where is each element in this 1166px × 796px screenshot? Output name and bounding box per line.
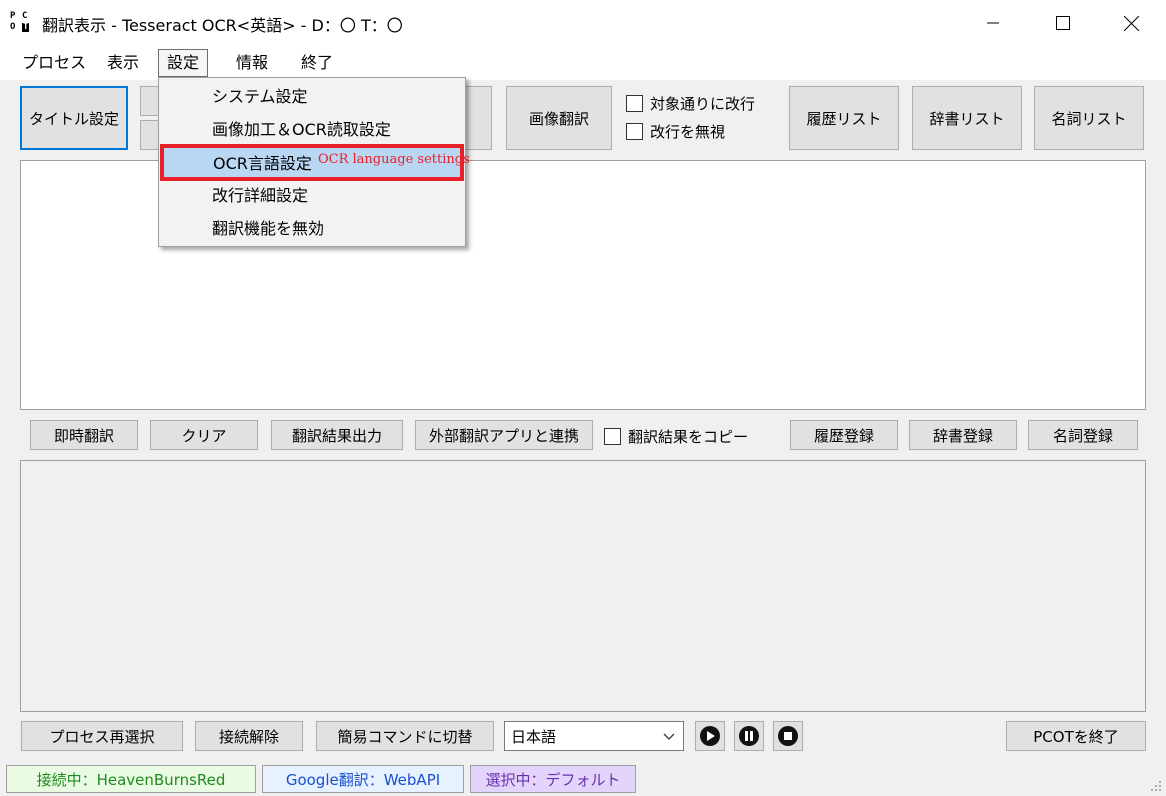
- noun-list-button[interactable]: 名詞リスト: [1034, 86, 1144, 150]
- minimize-button[interactable]: [958, 0, 1028, 46]
- checkbox-box[interactable]: [626, 123, 643, 140]
- quit-pcot-button[interactable]: PCOTを終了: [1006, 721, 1146, 751]
- line-break-label: 対象通りに改行: [650, 95, 756, 113]
- clear-button[interactable]: クリア: [150, 420, 258, 450]
- menu-item-image-ocr-settings[interactable]: 画像加工＆OCR読取設定: [160, 114, 464, 145]
- maximize-button[interactable]: [1028, 0, 1098, 46]
- menu-item-system-settings[interactable]: システム設定: [160, 81, 464, 112]
- title-bar: P C O T 翻訳表示 - Tesseract OCR<英語> - D：〇 T…: [0, 0, 1166, 46]
- checkbox-box[interactable]: [626, 95, 643, 112]
- selection-status: 選択中：デフォルト: [470, 765, 636, 793]
- pause-button[interactable]: [734, 721, 764, 751]
- close-icon: [1123, 15, 1139, 31]
- simple-command-button[interactable]: 簡易コマンドに切替: [316, 721, 494, 751]
- copy-result-label: 翻訳結果をコピー: [628, 428, 749, 446]
- dict-list-button[interactable]: 辞書リスト: [912, 86, 1022, 150]
- image-translate-button[interactable]: 画像翻訳: [506, 86, 612, 150]
- menu-item-line-break-settings[interactable]: 改行詳細設定: [160, 180, 464, 211]
- pause-icon: [739, 726, 759, 746]
- minimize-icon: [987, 22, 999, 24]
- connection-status: 接続中：HeavenBurnsRed: [6, 765, 256, 793]
- chevron-down-icon: [663, 733, 675, 740]
- translator-status: Google翻訳：WebAPI: [262, 765, 464, 793]
- translation-text-area[interactable]: [20, 460, 1146, 712]
- history-list-button[interactable]: 履歴リスト: [789, 86, 899, 150]
- ignore-break-checkbox[interactable]: 改行を無視: [626, 121, 725, 142]
- title-settings-button[interactable]: タイトル設定: [20, 86, 128, 150]
- menu-settings[interactable]: 設定: [158, 49, 209, 77]
- menu-bar: プロセス 表示 設定 情報 終了: [0, 46, 1166, 80]
- play-icon: [700, 726, 720, 746]
- resize-grip-icon[interactable]: [1150, 780, 1162, 792]
- menu-view[interactable]: 表示: [99, 49, 147, 77]
- language-select[interactable]: 日本語: [504, 721, 684, 751]
- stop-button[interactable]: [773, 721, 803, 751]
- logo-letter-p: P: [10, 11, 16, 21]
- external-app-button[interactable]: 外部翻訳アプリと連携: [415, 420, 593, 450]
- maximize-icon: [1056, 16, 1070, 30]
- reselect-process-button[interactable]: プロセス再選択: [21, 721, 183, 751]
- checkbox-box[interactable]: [604, 428, 621, 445]
- copy-result-checkbox[interactable]: 翻訳結果をコピー: [604, 426, 748, 447]
- menu-process[interactable]: プロセス: [14, 49, 94, 77]
- menu-info[interactable]: 情報: [228, 49, 276, 77]
- logo-letter-c: C: [22, 11, 28, 21]
- highlight-annotation-label: OCR language settings: [318, 152, 470, 167]
- window-title: 翻訳表示 - Tesseract OCR<英語> - D：〇 T：〇: [42, 16, 403, 35]
- play-button[interactable]: [695, 721, 725, 751]
- noun-register-button[interactable]: 名詞登録: [1028, 420, 1138, 450]
- logo-letter-t: T: [22, 22, 30, 32]
- stop-icon: [778, 726, 798, 746]
- instant-translate-button[interactable]: 即時翻訳: [30, 420, 138, 450]
- line-break-checkbox[interactable]: 対象通りに改行: [626, 93, 755, 114]
- dict-register-button[interactable]: 辞書登録: [909, 420, 1017, 450]
- history-register-button[interactable]: 履歴登録: [790, 420, 898, 450]
- logo-letter-o: O: [10, 22, 16, 32]
- close-button[interactable]: [1096, 0, 1166, 46]
- output-result-button[interactable]: 翻訳結果出力: [271, 420, 403, 450]
- ignore-break-label: 改行を無視: [650, 123, 726, 141]
- language-select-value: 日本語: [511, 727, 557, 746]
- menu-item-disable-translation[interactable]: 翻訳機能を無効: [160, 213, 464, 244]
- app-logo: P C O T: [10, 12, 34, 34]
- disconnect-button[interactable]: 接続解除: [195, 721, 303, 751]
- menu-exit[interactable]: 終了: [293, 49, 341, 77]
